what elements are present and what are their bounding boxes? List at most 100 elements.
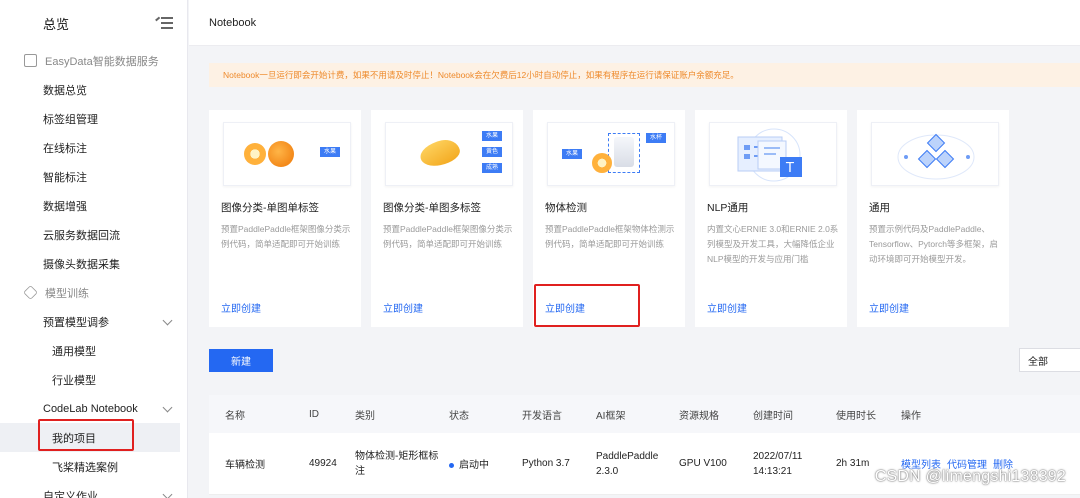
create-now-link[interactable]: 立即创建 — [545, 300, 585, 315]
card-illustration — [871, 122, 999, 186]
card-title: 图像分类-单图多标签 — [383, 202, 481, 214]
template-card-image-single[interactable]: 水果 图像分类-单图单标签 预置PaddlePaddle框架图像分类示例代码，简… — [209, 110, 361, 327]
card-illustration: 水果 — [223, 122, 351, 186]
tag-label: 水杯 — [646, 133, 667, 143]
card-title: 物体检测 — [545, 202, 587, 214]
sidebar-item-label: 数据总览 — [43, 84, 87, 97]
sidebar-item-preset-tuning[interactable]: 预置模型调参 — [0, 307, 187, 336]
sidebar-item-cloud-reflow[interactable]: 云服务数据回流 — [0, 220, 187, 249]
cell-category: 物体检测-矩形框标注 — [355, 450, 439, 477]
template-card-general[interactable]: 通用 预置示例代码及PaddlePaddle、Tensorflow、Pytorc… — [857, 110, 1009, 327]
card-illustration: 水果 黄色 成熟 — [385, 122, 513, 186]
sidebar-item-data-overview[interactable]: 数据总览 — [0, 75, 187, 104]
mango-icon — [417, 137, 463, 169]
template-card-object-detection[interactable]: 水杯 水果 物体检测 预置PaddlePaddle框架物体检测示例代码，简单适配… — [533, 110, 685, 327]
template-card-nlp[interactable]: T NLP通用 内置文心ERNIE 3.0和ERNIE 2.0系列模型及开发工具… — [695, 110, 847, 327]
status-text: 启动中 — [459, 460, 489, 471]
app: 总览 EasyData智能数据服务 数据总览 标签组管理 在线标注 智能标注 数… — [0, 0, 1080, 498]
notice-text: Notebook一旦运行即会开始计费，如果不用请及时停止！Notebook会在欠… — [223, 70, 739, 80]
watermark: CSDN @limengshi138392 — [874, 468, 1066, 485]
card-illustration: T — [709, 122, 837, 186]
cell-language: Python 3.7 — [522, 458, 570, 469]
cell-created: 2022/07/11 14:13:21 — [753, 450, 803, 477]
cell-duration: 2h 31m — [836, 458, 870, 469]
orange-half-icon — [244, 143, 266, 165]
cube-icon — [23, 285, 38, 300]
tag-label: 水果 — [320, 147, 341, 157]
chevron-down-icon — [162, 489, 173, 498]
sidebar-section-model-training[interactable]: 模型训练 — [0, 278, 187, 307]
cell-id: 49924 — [309, 458, 337, 469]
sidebar-item-label: 预置模型调参 — [43, 316, 109, 329]
col-created: 创建时间 — [753, 410, 793, 422]
filter-selected-value: 全部 — [1028, 356, 1048, 368]
sidebar-item-label-groups[interactable]: 标签组管理 — [0, 104, 187, 133]
sidebar: 总览 EasyData智能数据服务 数据总览 标签组管理 在线标注 智能标注 数… — [0, 0, 188, 498]
col-name: 名称 — [225, 410, 245, 422]
sidebar-item-data-augment[interactable]: 数据增强 — [0, 191, 187, 220]
template-card-image-multi[interactable]: 水果 黄色 成熟 图像分类-单图多标签 预置PaddlePaddle框架图像分类… — [371, 110, 523, 327]
cell-spec: GPU V100 — [679, 458, 727, 469]
table-header: 名称 ID 类别 状态 开发语言 AI框架 资源规格 创建时间 使用时长 操作 — [209, 395, 1080, 433]
card-description: 内置文心ERNIE 3.0和ERNIE 2.0系列模型及开发工具，大幅降低企业N… — [707, 224, 839, 264]
cell-framework: PaddlePaddle 2.3.0 — [596, 450, 659, 477]
chart-icon — [24, 54, 37, 67]
billing-notice: Notebook一旦运行即会开始计费，如果不用请及时停止！Notebook会在欠… — [209, 63, 1080, 87]
sidebar-item-my-projects[interactable]: 我的项目 — [0, 423, 180, 452]
create-now-link[interactable]: 立即创建 — [221, 300, 261, 315]
col-spec: 资源规格 — [679, 410, 719, 422]
sidebar-item-paddle-cases[interactable]: 飞桨精选案例 — [0, 452, 187, 481]
orange-icon — [268, 141, 294, 167]
col-category: 类别 — [355, 410, 375, 422]
sidebar-item-label: 云服务数据回流 — [43, 229, 120, 242]
create-now-link[interactable]: 立即创建 — [383, 300, 423, 315]
col-status: 状态 — [449, 410, 469, 422]
sidebar-item-label: 摄像头数据采集 — [43, 258, 120, 271]
chevron-down-icon — [162, 402, 173, 413]
create-now-link[interactable]: 立即创建 — [707, 300, 747, 315]
sidebar-item-camera-collect[interactable]: 摄像头数据采集 — [0, 249, 187, 278]
card-title: NLP通用 — [707, 202, 749, 214]
sidebar-section-easydata[interactable]: EasyData智能数据服务 — [0, 46, 187, 75]
col-id: ID — [309, 408, 319, 420]
card-description: 预置示例代码及PaddlePaddle、Tensorflow、Pytorch等多… — [869, 224, 998, 264]
sidebar-item-label: 在线标注 — [43, 142, 87, 155]
tag-label: 水果 — [562, 149, 583, 159]
orange-half-icon — [592, 153, 612, 173]
col-duration: 使用时长 — [836, 410, 876, 422]
sidebar-item-custom-job[interactable]: 自定义作业 — [0, 481, 187, 498]
sidebar-item-label: CodeLab Notebook — [43, 402, 138, 415]
template-cards: 水果 图像分类-单图单标签 预置PaddlePaddle框架图像分类示例代码，简… — [209, 110, 1009, 327]
create-now-link[interactable]: 立即创建 — [869, 300, 909, 315]
sidebar-item-smart-label[interactable]: 智能标注 — [0, 162, 187, 191]
sidebar-overview[interactable]: 总览 — [43, 14, 69, 33]
col-framework: AI框架 — [596, 410, 626, 422]
sidebar-item-label: 通用模型 — [52, 345, 96, 358]
sidebar-item-industry-model[interactable]: 行业模型 — [0, 365, 187, 394]
sidebar-item-label: 数据增强 — [43, 200, 87, 213]
collapse-menu-icon[interactable] — [155, 16, 173, 30]
cell-status: 启动中 — [449, 456, 489, 471]
card-illustration: 水杯 水果 — [547, 122, 675, 186]
chevron-down-icon — [162, 315, 173, 326]
sidebar-item-general-model[interactable]: 通用模型 — [0, 336, 187, 365]
sidebar-item-label: 飞桨精选案例 — [52, 461, 118, 474]
col-actions: 操作 — [901, 410, 921, 422]
sidebar-item-label: 自定义作业 — [43, 490, 98, 498]
sidebar-item-label: 我的项目 — [52, 432, 96, 445]
sidebar-section-label: EasyData智能数据服务 — [45, 55, 159, 68]
sidebar-section-label: 模型训练 — [45, 287, 89, 300]
cubes-icon — [897, 133, 975, 180]
filter-select[interactable]: 全部 — [1019, 348, 1080, 372]
card-title: 通用 — [869, 202, 890, 214]
card-description: 预置PaddlePaddle框架图像分类示例代码，简单适配即可开始训练 — [383, 224, 513, 249]
card-description: 预置PaddlePaddle框架图像分类示例代码，简单适配即可开始训练 — [221, 224, 351, 249]
tag-label: 成熟 — [482, 163, 503, 173]
svg-text:T: T — [785, 161, 794, 176]
sidebar-item-codelab[interactable]: CodeLab Notebook — [0, 394, 187, 423]
card-description: 预置PaddlePaddle框架物体检测示例代码，简单适配即可开始训练 — [545, 224, 675, 249]
status-dot-icon — [449, 462, 454, 468]
col-language: 开发语言 — [522, 410, 562, 422]
new-button[interactable]: 新建 — [209, 349, 273, 372]
sidebar-item-online-label[interactable]: 在线标注 — [0, 133, 187, 162]
